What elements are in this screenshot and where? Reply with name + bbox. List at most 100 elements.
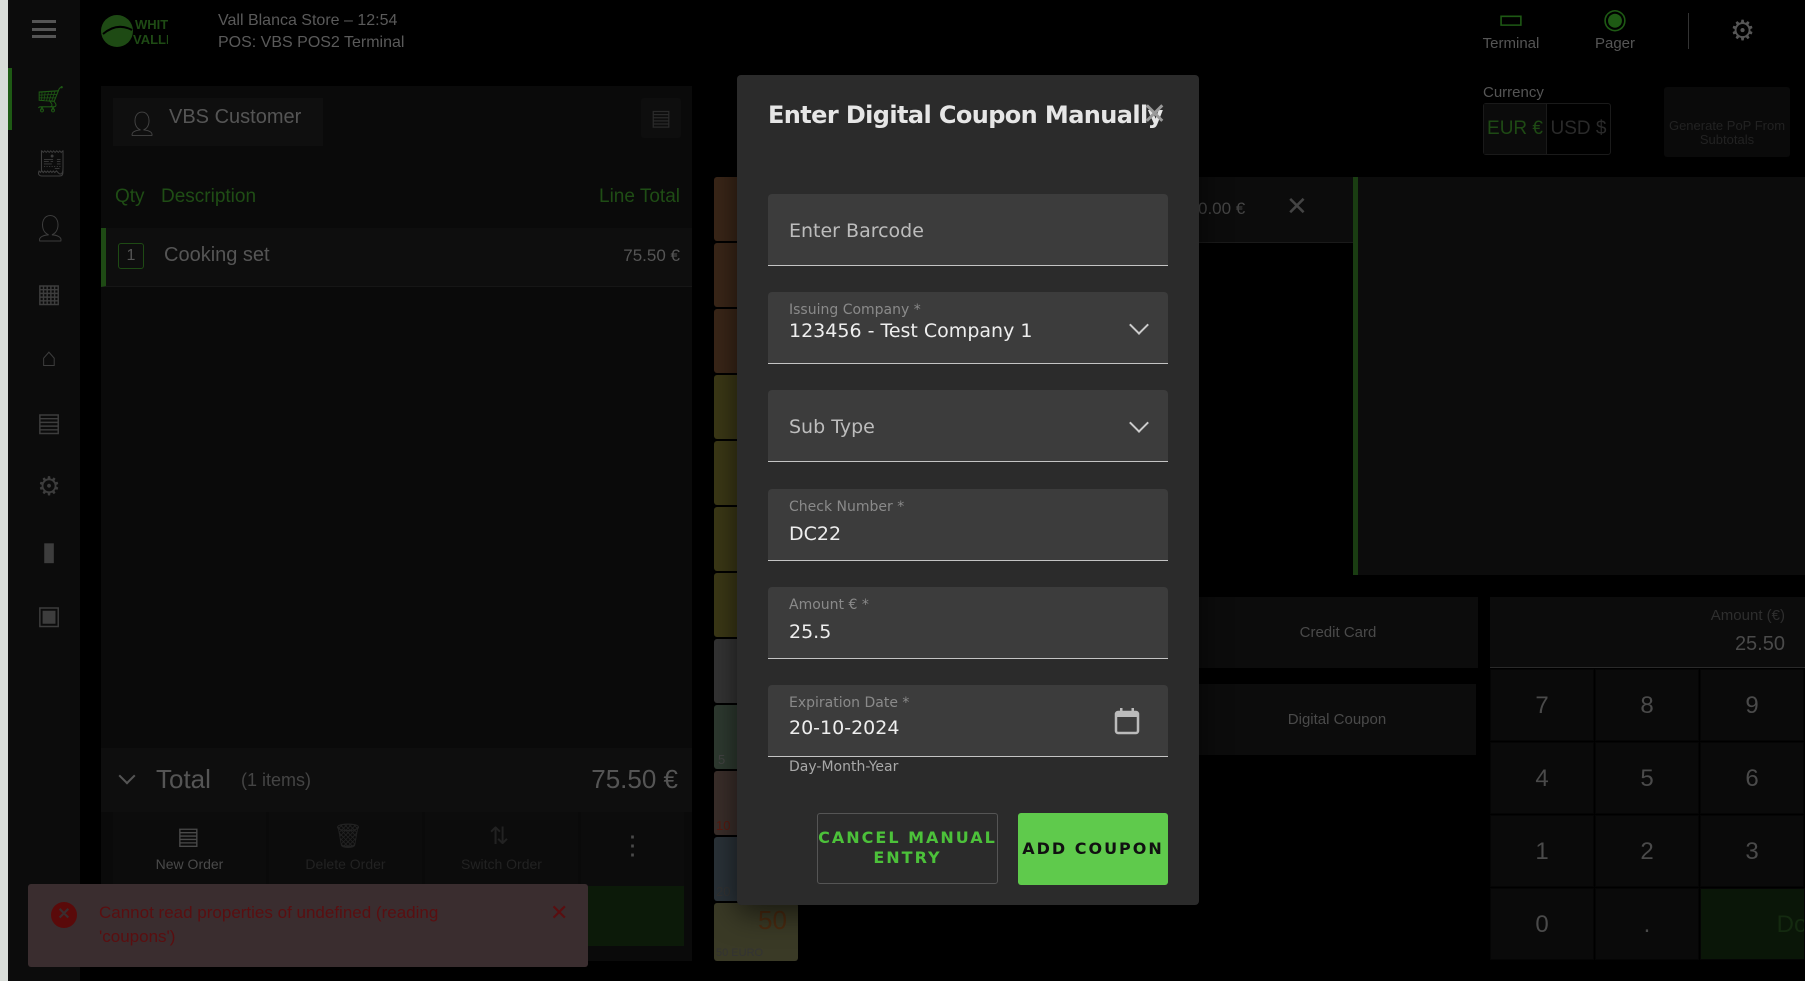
dialog-title: Enter Digital Coupon Manually	[768, 101, 1163, 129]
col-description: Description	[161, 186, 257, 207]
terminal-name: POS: VBS POS2 Terminal	[218, 34, 405, 51]
key-7[interactable]: 7	[1490, 669, 1594, 741]
total-amount: 75.50 €	[591, 764, 678, 794]
delete-order-button[interactable]: 🗑︎ Delete Order	[269, 812, 422, 886]
note-label: 50	[758, 905, 787, 935]
sub-type-placeholder: Sub Type	[789, 416, 875, 438]
check-number-input[interactable]: Check Number * DC22	[768, 489, 1168, 561]
total-label: Total	[156, 764, 211, 794]
pager-label: Pager	[1594, 35, 1636, 52]
hamburger-menu-icon[interactable]	[32, 20, 56, 38]
check-number-value: DC22	[789, 523, 842, 545]
active-indicator	[8, 68, 12, 130]
order-line[interactable]: 1 Cooking set 75.50 €	[101, 228, 692, 287]
expiration-date-label: Expiration Date *	[789, 695, 910, 711]
line-total: 75.50 €	[623, 246, 680, 265]
sidebar: 🛒︎ 🧾︎ 👤︎ ▦ ⌂ ▤ ⚙ ▮ ▣	[8, 0, 80, 981]
amount-value: 25.50	[1734, 633, 1785, 655]
more-options-icon[interactable]: ⋮	[581, 812, 684, 886]
background-window-edge	[0, 0, 8, 981]
cancel-manual-entry-button[interactable]: CANCEL MANUAL ENTRY	[817, 813, 998, 884]
line-qty: 1	[118, 243, 144, 269]
note-50[interactable]: 50 50 EURO	[714, 903, 798, 961]
close-icon[interactable]: ✕	[550, 900, 568, 926]
issuing-company-label: Issuing Company *	[789, 302, 921, 318]
currency-eur[interactable]: EUR €	[1484, 104, 1548, 154]
new-order-button[interactable]: ▤ New Order	[113, 812, 266, 886]
expiration-date-input[interactable]: Expiration Date * 20-10-2024	[768, 685, 1168, 757]
payment-remaining: 0.00 € ✕	[1190, 177, 1355, 243]
barcode-input[interactable]: Enter Barcode	[768, 194, 1168, 266]
chevron-down-icon[interactable]	[118, 767, 136, 785]
delete-order-label: Delete Order	[305, 856, 386, 872]
digital-coupon-button[interactable]: Digital Coupon	[1198, 684, 1476, 755]
receipt-icon[interactable]: 🧾︎	[34, 148, 67, 178]
calendar-icon[interactable]	[1114, 707, 1140, 735]
error-icon: ✕	[51, 902, 77, 928]
order-panel: 👤︎ VBS Customer ▤ Qty Description Line T…	[101, 86, 692, 961]
amount-display: Amount (€) 25.50	[1490, 597, 1805, 668]
date-format-hint: Day-Month-Year	[789, 759, 899, 775]
close-icon[interactable]: ✕	[1286, 191, 1308, 222]
currency-toggle: EUR € USD $	[1483, 103, 1611, 155]
issuing-company-select[interactable]: Issuing Company * 123456 - Test Company …	[768, 292, 1168, 364]
terminal-button[interactable]: ▭ Terminal	[1466, 2, 1556, 52]
amount-value: 25.5	[789, 621, 832, 643]
key-dot[interactable]: .	[1595, 888, 1699, 960]
svg-text:WHITE: WHITE	[135, 17, 168, 32]
amount-input[interactable]: Amount € * 25.5	[768, 587, 1168, 659]
svg-text:VALLEY: VALLEY	[133, 32, 168, 47]
cart-icon[interactable]: 🛒︎	[34, 84, 67, 114]
report-icon[interactable]: ▤	[34, 407, 64, 437]
key-8[interactable]: 8	[1595, 669, 1699, 741]
barcode-placeholder: Enter Barcode	[789, 220, 924, 242]
store-name: Vall Blanca Store – 12:54	[218, 12, 398, 29]
note-label: 20	[716, 884, 731, 899]
white-valley-logo: WHITE VALLEY	[101, 15, 168, 47]
customer-selector[interactable]: 👤︎ VBS Customer	[113, 98, 323, 146]
key-0[interactable]: 0	[1490, 888, 1594, 960]
new-order-label: New Order	[155, 856, 224, 872]
payment-detail-panel	[1358, 177, 1805, 575]
switch-icon: ⇅	[489, 823, 510, 850]
divider	[1688, 13, 1689, 49]
add-coupon-button[interactable]: ADD COUPON	[1018, 813, 1168, 885]
chevron-down-icon	[1129, 413, 1149, 433]
key-4[interactable]: 4	[1490, 742, 1594, 814]
key-6[interactable]: 6	[1700, 742, 1804, 814]
issuing-company-value: 123456 - Test Company 1	[789, 320, 1033, 342]
cash-register-icon[interactable]: ▦	[34, 278, 64, 308]
done-button[interactable]: Done	[1700, 888, 1805, 960]
key-5[interactable]: 5	[1595, 742, 1699, 814]
terminal-label: Terminal	[1482, 35, 1540, 52]
switch-order-button[interactable]: ⇅ Switch Order	[425, 812, 578, 886]
pager-button[interactable]: ◉ Pager	[1570, 2, 1660, 52]
col-line-total: Line Total	[599, 186, 680, 207]
credit-card-button[interactable]: Credit Card	[1198, 597, 1478, 668]
document-icon[interactable]: ▮	[34, 536, 64, 566]
monitor-icon: ▭	[1497, 3, 1525, 34]
line-description: Cooking set	[164, 244, 270, 266]
customer-icon[interactable]: 👤︎	[34, 213, 67, 243]
key-2[interactable]: 2	[1595, 815, 1699, 887]
settings-icon[interactable]: ⚙	[34, 471, 64, 501]
sub-type-select[interactable]: Sub Type	[768, 390, 1168, 462]
printer-icon[interactable]: ▣	[34, 600, 64, 630]
receipt-settings-icon[interactable]: ▤	[641, 98, 681, 138]
key-1[interactable]: 1	[1490, 815, 1594, 887]
store-icon[interactable]: ⌂	[34, 342, 64, 372]
close-icon[interactable]: ✕	[1142, 97, 1167, 132]
generate-pop-button[interactable]: Generate PoP From Subtotals	[1664, 87, 1790, 157]
done-label: Done	[1776, 911, 1805, 938]
currency-usd[interactable]: USD $	[1547, 104, 1610, 154]
pager-icon: ◉	[1602, 3, 1628, 34]
key-3[interactable]: 3	[1700, 815, 1804, 887]
customer-icon: 👤︎	[127, 111, 158, 138]
key-9[interactable]: 9	[1700, 669, 1804, 741]
total-bar[interactable]: Total (1 items) 75.50 €	[101, 748, 692, 812]
note-label: 10	[716, 818, 731, 833]
gear-icon[interactable]: ⚙	[1730, 14, 1755, 47]
error-message: Cannot read properties of undefined (rea…	[99, 903, 439, 946]
expiration-date-value: 20-10-2024	[789, 717, 900, 739]
item-count: (1 items)	[241, 770, 312, 790]
